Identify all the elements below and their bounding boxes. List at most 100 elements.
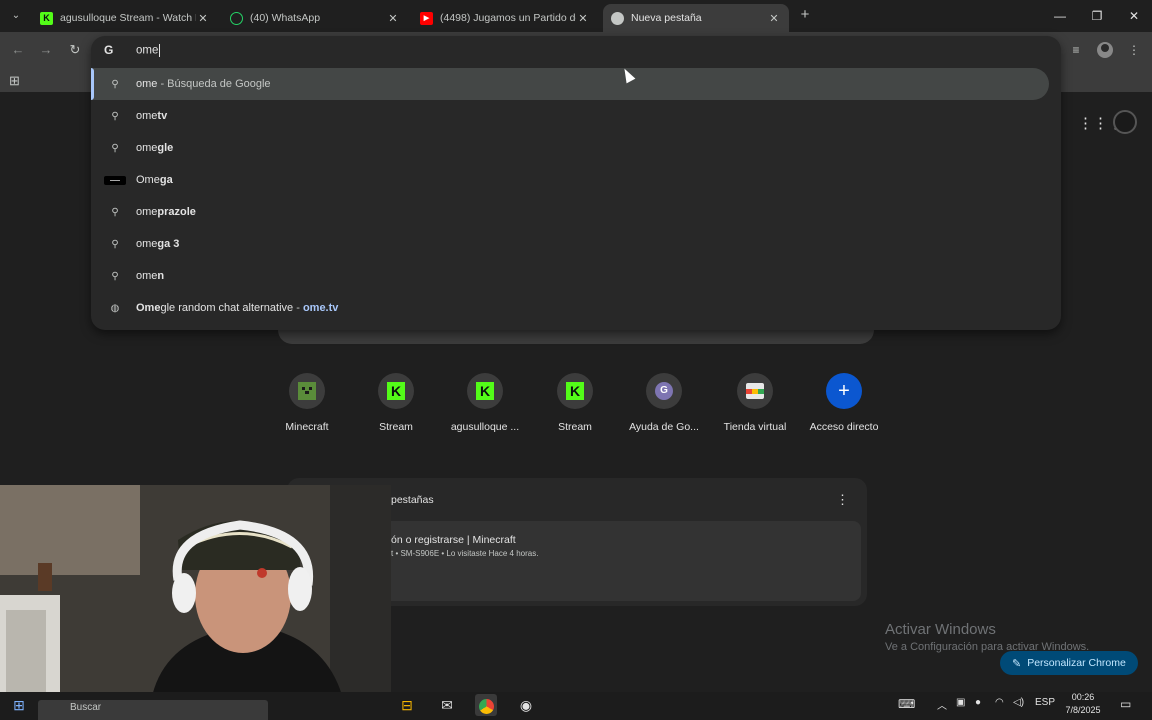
menu-icon[interactable]: ⋮ — [1125, 41, 1143, 59]
chrome-taskbar-icon[interactable] — [475, 694, 497, 716]
search-icon: ⚲ — [111, 142, 119, 154]
suggestion-omega-3[interactable]: ⚲ omega 3 — [91, 228, 1049, 260]
customize-chrome-button[interactable]: ✎ Personalizar Chrome — [1000, 651, 1138, 675]
taskbar-search-text: Buscar — [70, 702, 102, 713]
back-button[interactable]: ← — [9, 41, 27, 59]
suggestion-text: Omega — [136, 174, 173, 186]
omnibox[interactable]: G ome — [104, 41, 161, 59]
suggestion-text: omen — [136, 270, 165, 282]
chevron-up-icon[interactable]: ︿ — [937, 697, 947, 712]
taskbar-clock[interactable]: 00:26 7/8/2025 — [1058, 691, 1108, 717]
shortcut-icon-wrap — [737, 373, 773, 409]
suggestion-omegle[interactable]: ⚲ omegle — [91, 132, 1049, 164]
shortcut-stream-2[interactable]: K Stream — [532, 373, 618, 433]
tab-youtube[interactable]: ▶ (4498) Jugamos un Partido de F ✕ — [412, 4, 598, 32]
suggestion-text: Omegle random chat alternative - ome.tv — [136, 302, 339, 314]
shortcut-label: Ayuda de Go... — [629, 421, 699, 433]
suggestion-text: omega 3 — [136, 238, 180, 250]
close-icon[interactable]: ✕ — [767, 12, 781, 25]
shortcut-icon-wrap — [289, 373, 325, 409]
tab-title: (40) WhatsApp — [250, 12, 321, 24]
suggestion-omeprazole[interactable]: ⚲ omeprazole — [91, 196, 1049, 228]
search-icon: ⚲ — [111, 238, 119, 250]
language-indicator[interactable]: ESP — [1035, 697, 1055, 708]
mail-icon[interactable]: ✉ — [436, 694, 458, 716]
shortcut-agusulloque[interactable]: K agusulloque ... — [442, 373, 528, 433]
apps-grid-icon[interactable]: ⊞ — [9, 73, 20, 89]
shortcut-google-help[interactable]: G Ayuda de Go... — [621, 373, 707, 433]
minecraft-icon — [298, 382, 316, 400]
youtube-icon: ▶ — [420, 11, 433, 25]
notifications-icon[interactable]: ▭ — [1120, 697, 1131, 711]
window-close-icon[interactable]: ✕ — [1124, 6, 1144, 26]
webcam-image — [0, 485, 391, 707]
omnibox-input[interactable]: ome — [136, 43, 161, 57]
suggestion-text: ome - Búsqueda de Google — [136, 78, 271, 90]
shortcut-web-store[interactable]: Tienda virtual — [712, 373, 798, 433]
customize-label: Personalizar Chrome — [1027, 657, 1126, 669]
shortcut-minecraft[interactable]: Minecraft — [264, 373, 350, 433]
kick-icon: K — [476, 382, 494, 400]
suggestion-google-search[interactable]: ⚲ ome - Búsqueda de Google — [91, 68, 1049, 100]
profile-avatar[interactable] — [1097, 42, 1113, 58]
shortcut-label: Acceso directo — [809, 421, 879, 433]
chrome-icon — [611, 11, 624, 25]
whatsapp-icon — [230, 11, 243, 25]
media-controls-icon[interactable]: ≡ — [1067, 41, 1085, 59]
card-item-title[interactable]: ón o registrarse | Minecraft — [391, 534, 516, 546]
search-icon: ⚲ — [111, 78, 119, 90]
ntp-account-avatar[interactable] — [1113, 110, 1137, 134]
search-icon: ⚲ — [111, 206, 119, 218]
store-icon[interactable]: ⊟ — [396, 694, 418, 716]
wifi-icon[interactable]: ◠ — [995, 697, 1004, 708]
search-icon: ⚲ — [111, 110, 119, 122]
tab-title: agusulloque Stream - Watch Li — [60, 12, 196, 24]
suggestion-text: omegle — [136, 142, 174, 154]
windows-start-icon[interactable]: ⊞ — [8, 694, 30, 716]
new-tab-button[interactable]: + — [796, 6, 814, 26]
shortcut-icon-wrap: K — [378, 373, 414, 409]
suggestion-text: omeprazole — [136, 206, 196, 218]
tab-search-button[interactable]: ⌄ — [8, 8, 24, 24]
microphone-icon[interactable]: ● — [975, 697, 981, 708]
shortcut-label: Tienda virtual — [723, 421, 787, 433]
close-icon[interactable]: ✕ — [196, 12, 210, 25]
clock-date: 7/8/2025 — [1065, 705, 1101, 715]
suggestion-omega[interactable]: Omega — [91, 164, 1049, 196]
close-icon[interactable]: ✕ — [576, 12, 590, 25]
search-icon: ⚲ — [111, 270, 119, 282]
meet-icon[interactable]: ▣ — [956, 697, 965, 708]
webcam-overlay — [0, 485, 391, 707]
shortcut-add[interactable]: + Acceso directo — [801, 373, 887, 433]
google-account-icon: G — [655, 382, 673, 400]
clock-time: 00:26 — [1071, 692, 1095, 702]
suggestion-omen[interactable]: ⚲ omen — [91, 260, 1049, 292]
keyboard-icon[interactable]: ⌨ — [898, 697, 915, 711]
kick-icon: K — [40, 11, 53, 25]
restore-icon[interactable]: ❐ — [1087, 6, 1107, 26]
reload-button[interactable]: ↻ — [66, 41, 84, 59]
pencil-icon: ✎ — [1012, 657, 1022, 670]
tab-kick-stream[interactable]: K agusulloque Stream - Watch Li ✕ — [32, 4, 218, 32]
add-icon: + — [826, 373, 862, 409]
shortcut-icon-wrap: K — [467, 373, 503, 409]
obs-icon[interactable]: ◉ — [515, 694, 537, 716]
taskbar-search[interactable]: Buscar — [38, 700, 268, 720]
tab-new-tab[interactable]: Nueva pestaña ✕ — [603, 4, 789, 32]
close-icon[interactable]: ✕ — [386, 12, 400, 25]
card-item[interactable] — [380, 521, 861, 601]
activate-windows-title: Activar Windows — [885, 621, 996, 638]
kick-icon: K — [566, 382, 584, 400]
minimize-icon[interactable]: — — [1050, 6, 1070, 26]
tab-whatsapp[interactable]: (40) WhatsApp ✕ — [222, 4, 408, 32]
suggestion-ometv[interactable]: ⚲ ometv — [91, 100, 1049, 132]
shortcut-icon-wrap: K — [557, 373, 593, 409]
card-item-subtitle: t • SM-S906E • Lo visitaste Hace 4 horas… — [391, 549, 539, 558]
forward-button[interactable]: → — [37, 41, 55, 59]
shortcut-stream[interactable]: K Stream — [353, 373, 439, 433]
volume-icon[interactable]: ◁) — [1013, 697, 1024, 708]
shortcut-icon-wrap: G — [646, 373, 682, 409]
suggestion-ome-tv-url[interactable]: ◍ Omegle random chat alternative - ome.t… — [91, 292, 1049, 324]
more-options-icon[interactable]: ⋮ — [836, 492, 849, 508]
suggestion-text: ometv — [136, 110, 168, 122]
